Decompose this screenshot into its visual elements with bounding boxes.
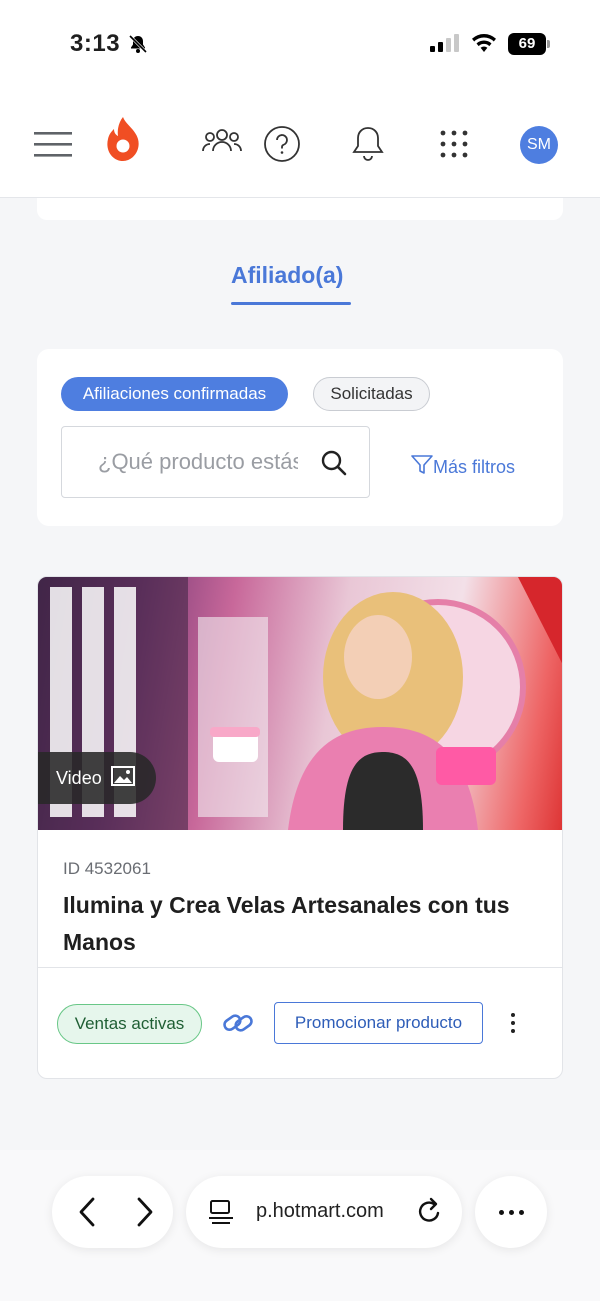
filter-funnel-icon [411, 455, 433, 480]
battery-level: 69 [508, 33, 546, 55]
notifications-bell-icon[interactable] [350, 124, 386, 164]
video-badge-label: Video [56, 767, 102, 788]
search-icon[interactable] [318, 447, 350, 479]
more-options-icon[interactable] [503, 1007, 523, 1039]
status-bar: 3:13 69 [0, 0, 600, 90]
reader-mode-icon[interactable] [208, 1198, 234, 1231]
status-time: 3:13 [70, 30, 121, 57]
tab-afiliado[interactable]: Afiliado(a) [231, 262, 343, 289]
more-filters-label: Más filtros [433, 457, 516, 477]
wifi-icon [471, 32, 497, 59]
more-filters-button[interactable]: Más filtros [411, 455, 515, 480]
promote-product-button[interactable]: Promocionar producto [274, 1002, 483, 1044]
filters-card: Afiliaciones confirmadas Solicitadas Más… [37, 349, 563, 526]
help-icon[interactable] [262, 124, 302, 164]
image-icon [110, 765, 135, 791]
product-title[interactable]: Ilumina y Crea Velas Artesanales con tus… [63, 887, 543, 961]
copy-link-icon[interactable] [221, 1008, 255, 1038]
forward-arrow-icon[interactable] [128, 1194, 162, 1230]
hotmart-logo-icon[interactable] [104, 114, 142, 164]
user-avatar[interactable]: SM [520, 126, 558, 164]
search-input[interactable] [98, 449, 298, 475]
tab-active-indicator [231, 302, 351, 305]
cellular-signal-icon [430, 34, 459, 52]
battery-icon: 69 [508, 33, 550, 55]
divider [38, 967, 562, 968]
reload-icon[interactable] [416, 1196, 444, 1231]
bell-muted-icon [128, 34, 148, 59]
product-id: ID 4532061 [63, 859, 151, 878]
search-field [61, 426, 370, 498]
community-icon[interactable] [202, 126, 242, 156]
apps-grid-icon[interactable] [436, 126, 472, 162]
status-badge: Ventas activas [57, 1004, 202, 1044]
back-arrow-icon[interactable] [70, 1194, 104, 1230]
address-bar[interactable]: p.hotmart.com [186, 1176, 462, 1248]
browser-more-button[interactable] [475, 1176, 547, 1248]
hamburger-menu-icon[interactable] [34, 128, 74, 160]
url-text: p.hotmart.com [256, 1200, 384, 1222]
product-thumbnail[interactable]: Video [38, 577, 562, 830]
product-card[interactable]: Video ID 4532061 Ilumina y Crea Velas Ar… [37, 576, 563, 1079]
chip-solicitadas[interactable]: Solicitadas [313, 377, 430, 411]
previous-card-edge [37, 198, 563, 220]
browser-nav-group [52, 1176, 173, 1248]
chip-afiliaciones-confirmadas[interactable]: Afiliaciones confirmadas [61, 377, 288, 411]
video-badge: Video [38, 752, 156, 804]
app-header: SM [0, 90, 600, 198]
browser-toolbar: p.hotmart.com [0, 1150, 600, 1301]
